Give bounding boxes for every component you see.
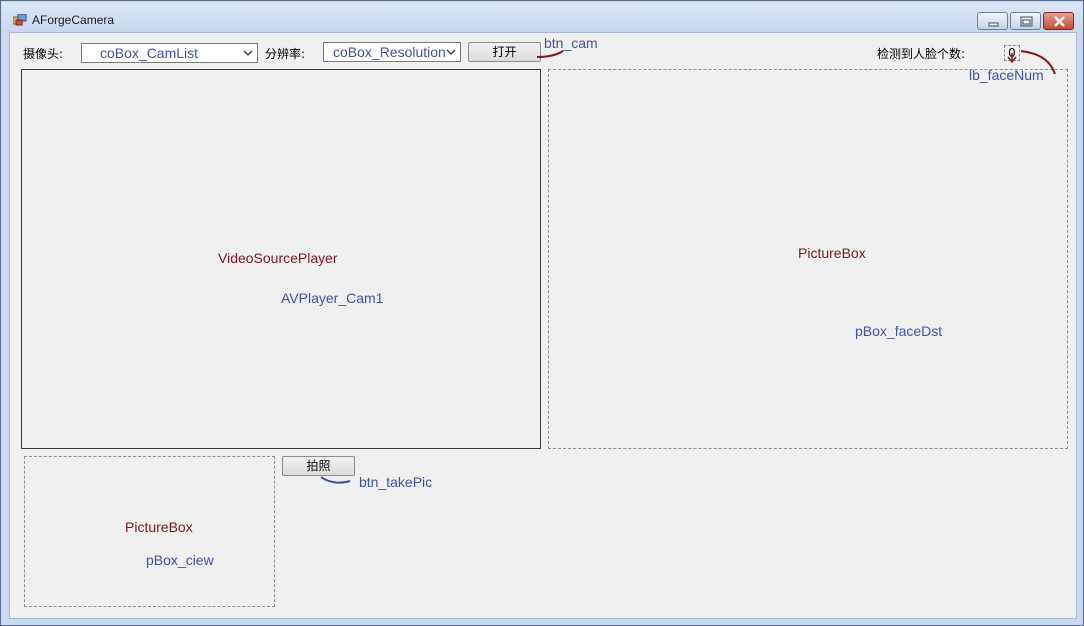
resolution-select-value: coBox_Resolution <box>333 44 446 60</box>
title-bar[interactable]: AForgeCamera <box>2 2 1082 32</box>
preview-panel-control-name: pBox_ciew <box>146 552 214 568</box>
face-count-label: 检测到人脸个数: <box>877 47 966 61</box>
face-panel-control-name: pBox_faceDst <box>855 323 943 339</box>
camera-label: 摄像头: <box>23 47 64 61</box>
form-client-area: 摄像头: coBox_CamList 分辨率: coBox_Resolution… <box>9 32 1077 619</box>
maximize-icon <box>1020 16 1033 27</box>
minimize-icon <box>988 22 999 27</box>
video-panel-control-name: AVPlayer_Cam1 <box>281 290 384 306</box>
take-picture-control-name: btn_takePic <box>359 474 433 490</box>
preview-picture-box: PictureBox pBox_ciew <box>24 456 275 607</box>
app-window-icon <box>13 14 27 26</box>
face-picture-box: PictureBox pBox_faceDst <box>548 69 1068 449</box>
chevron-down-icon <box>446 49 456 55</box>
open-button-control-name: btn_cam <box>544 35 598 51</box>
video-source-player[interactable]: VideoSourcePlayer AVPlayer_Cam1 <box>21 69 541 449</box>
face-panel-type-label: PictureBox <box>798 245 866 261</box>
window-title: AForgeCamera <box>32 13 115 27</box>
minimize-button[interactable] <box>977 12 1008 30</box>
close-icon <box>1054 16 1065 27</box>
open-camera-button[interactable]: 打开 <box>468 42 541 62</box>
camera-select-value: coBox_CamList <box>100 45 199 61</box>
chevron-down-icon <box>243 50 253 56</box>
resolution-label: 分辨率: <box>265 47 306 61</box>
video-panel-type-label: VideoSourcePlayer <box>218 250 338 266</box>
camera-select[interactable]: coBox_CamList <box>81 43 258 63</box>
face-count-value: 0 <box>1004 45 1020 61</box>
close-button[interactable] <box>1043 12 1074 30</box>
resolution-select[interactable]: coBox_Resolution <box>323 42 461 62</box>
preview-panel-type-label: PictureBox <box>125 519 193 535</box>
take-picture-button[interactable]: 拍照 <box>282 456 355 476</box>
window-frame: AForgeCamera 摄像头: coBox_CamList 分辨率: coB… <box>0 0 1084 626</box>
maximize-button[interactable] <box>1010 12 1041 30</box>
